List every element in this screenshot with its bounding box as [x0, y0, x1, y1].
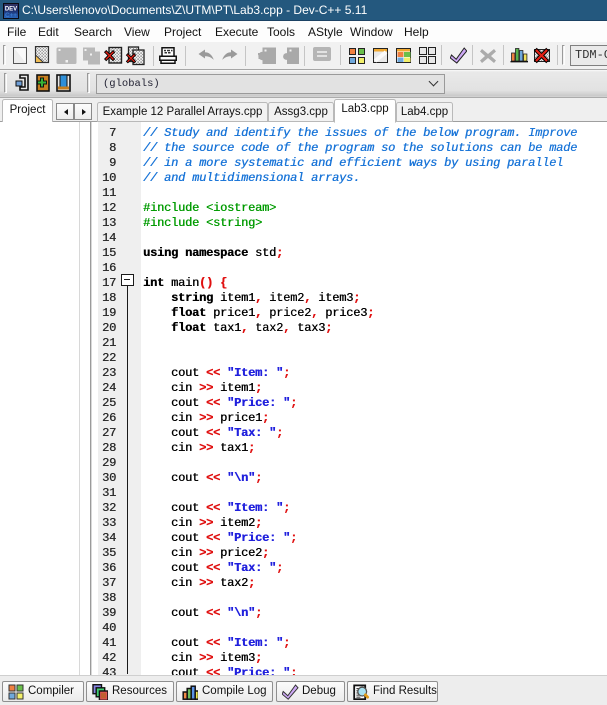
svg-text:C++: C++	[4, 12, 16, 19]
